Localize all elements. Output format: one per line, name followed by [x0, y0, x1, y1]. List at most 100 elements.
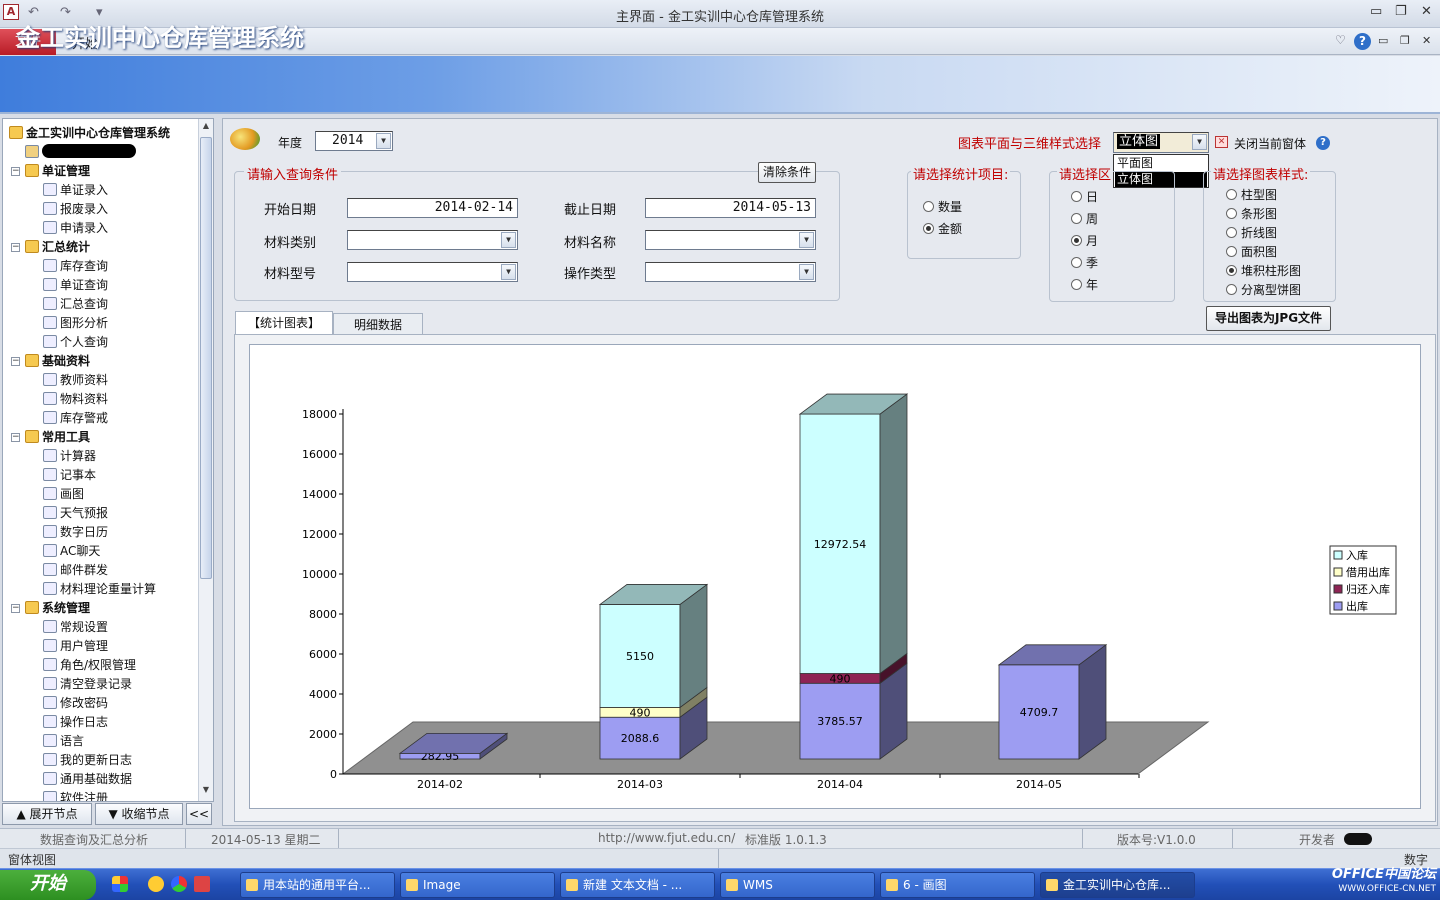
tree-group-4[interactable]: 系统管理 [25, 600, 90, 616]
form-help-icon[interactable]: ? [1316, 136, 1330, 150]
tab-detail-data[interactable]: 明细数据 [333, 313, 423, 335]
tree-item[interactable]: 操作日志 [43, 714, 108, 730]
interval-option[interactable]: 年 [1071, 276, 1098, 293]
stat-option-quantity[interactable]: 数量 [923, 198, 962, 215]
end-date-input[interactable]: 2014-05-13 [645, 198, 816, 218]
tree-item[interactable]: 通用基础数据 [43, 771, 132, 787]
tree-item[interactable]: 教师资料 [43, 372, 108, 388]
interval-option[interactable]: 周 [1071, 210, 1098, 227]
taskbar-item[interactable]: Image [400, 872, 555, 898]
tree-item[interactable]: 用户管理 [43, 638, 108, 654]
chrome-icon[interactable] [171, 876, 187, 892]
chevron-down-icon[interactable]: ▼ [799, 232, 814, 248]
tree-item[interactable]: 修改密码 [43, 695, 108, 711]
operation-type-select[interactable]: ▼ [645, 262, 816, 282]
scroll-down-icon[interactable]: ▼ [200, 785, 212, 797]
year-dropdown-icon[interactable]: ▼ [376, 133, 391, 149]
tree-item[interactable]: 物料资料 [43, 391, 108, 407]
ribbon-collapse-icon[interactable]: ♡ [1335, 33, 1346, 47]
tree-item[interactable]: 个人查询 [43, 334, 108, 350]
scroll-up-icon[interactable]: ▲ [200, 121, 212, 133]
tree-collapse-toggle[interactable]: − [11, 357, 20, 366]
radio-amount[interactable] [923, 223, 934, 234]
tree-item[interactable]: 天气预报 [43, 505, 108, 521]
chart-style-option[interactable]: 柱型图 [1226, 186, 1277, 203]
tree-item[interactable]: AC聊天 [43, 543, 100, 559]
tree-item[interactable]: 数字日历 [43, 524, 108, 540]
radio-button[interactable] [1071, 191, 1082, 202]
tree-item[interactable]: 记事本 [43, 467, 96, 483]
chevron-down-icon[interactable]: ▼ [799, 264, 814, 280]
tree-item[interactable]: 材料理论重量计算 [43, 581, 156, 597]
tree-collapse-toggle[interactable]: − [11, 243, 20, 252]
taskbar-item[interactable]: 金工实训中心仓库... [1040, 872, 1195, 898]
close-window-link[interactable]: 关闭当前窗体 [1234, 135, 1306, 152]
tree-item[interactable]: 单证录入 [43, 182, 108, 198]
restore-icon[interactable]: ❐ [1395, 4, 1407, 19]
tree-group-0[interactable]: 单证管理 [25, 163, 90, 179]
doc-minimize-icon[interactable]: ▭ [1378, 34, 1388, 47]
tree-collapse-toggle[interactable]: − [11, 604, 20, 613]
tree-collapse-toggle[interactable]: − [11, 433, 20, 442]
tree-item[interactable]: 画图 [43, 486, 84, 502]
radio-button[interactable] [1071, 257, 1082, 268]
start-date-input[interactable]: 2014-02-14 [347, 198, 518, 218]
tree-item[interactable]: 单证查询 [43, 277, 108, 293]
clear-conditions-button[interactable]: 清除条件 [758, 162, 816, 183]
tree-item[interactable]: 语言 [43, 733, 84, 749]
quicklaunch-icon[interactable] [148, 876, 164, 892]
tab-statistics-chart[interactable]: 【统计图表】 [235, 311, 333, 335]
tree-item[interactable]: 汇总查询 [43, 296, 108, 312]
radio-button[interactable] [1226, 284, 1237, 295]
stat-option-amount[interactable]: 金额 [923, 220, 962, 237]
year-select[interactable]: 2014 ▼ [315, 131, 393, 151]
style-dropdown-icon[interactable]: ▼ [1192, 134, 1207, 150]
style-option-flat[interactable]: 平面图 [1115, 156, 1207, 171]
quicklaunch-icon[interactable] [194, 876, 210, 892]
tree-group-2[interactable]: 基础资料 [25, 353, 90, 369]
toggle-panel-button[interactable]: << [186, 803, 212, 825]
chart-style-option[interactable]: 折线图 [1226, 224, 1277, 241]
expand-nodes-button[interactable]: ▲ 展开节点 [2, 803, 92, 825]
radio-button[interactable] [1226, 246, 1237, 257]
tree-group-1[interactable]: 汇总统计 [25, 239, 90, 255]
close-icon[interactable]: ✕ [1421, 4, 1432, 19]
tree-item[interactable]: 报废录入 [43, 201, 108, 217]
taskbar-item[interactable]: WMS [720, 872, 875, 898]
close-window-icon[interactable]: ✕ [1215, 136, 1228, 148]
quicklaunch-icon[interactable] [112, 876, 128, 892]
tree-item[interactable]: 计算器 [43, 448, 96, 464]
radio-button[interactable] [1226, 265, 1237, 276]
tree-item[interactable]: 常规设置 [43, 619, 108, 635]
interval-option[interactable]: 月 [1071, 232, 1098, 249]
tree-home[interactable] [25, 144, 136, 160]
start-button[interactable]: 开始 [0, 870, 96, 900]
tree-item[interactable]: 清空登录记录 [43, 676, 132, 692]
chart-style-option[interactable]: 分离型饼图 [1226, 281, 1301, 298]
material-name-select[interactable]: ▼ [645, 230, 816, 250]
taskbar-item[interactable]: 用本站的通用平台... [240, 872, 395, 898]
doc-close-icon[interactable]: ✕ [1422, 34, 1431, 47]
scroll-thumb[interactable] [200, 137, 212, 579]
radio-quantity[interactable] [923, 201, 934, 212]
tree-root[interactable]: 金工实训中心仓库管理系统 [9, 125, 170, 141]
tree-item[interactable]: 邮件群发 [43, 562, 108, 578]
radio-button[interactable] [1226, 189, 1237, 200]
interval-option[interactable]: 季 [1071, 254, 1098, 271]
tree-item[interactable]: 库存查询 [43, 258, 108, 274]
radio-button[interactable] [1071, 279, 1082, 290]
radio-button[interactable] [1226, 208, 1237, 219]
material-model-select[interactable]: ▼ [347, 262, 518, 282]
chart-style-option[interactable]: 堆积柱形图 [1226, 262, 1301, 279]
tree-scrollbar[interactable]: ▲ ▼ [198, 119, 213, 801]
tree-item[interactable]: 软件注册 [43, 790, 108, 801]
taskbar-item[interactable]: 新建 文本文档 - ... [560, 872, 715, 898]
tree-item[interactable]: 角色/权限管理 [43, 657, 136, 673]
minimize-icon[interactable]: ▭ [1370, 4, 1382, 19]
style-select[interactable]: 立体图 ▼ [1113, 132, 1209, 153]
chevron-down-icon[interactable]: ▼ [501, 264, 516, 280]
radio-button[interactable] [1071, 213, 1082, 224]
taskbar-item[interactable]: 6 - 画图 [880, 872, 1035, 898]
tree-item[interactable]: 图形分析 [43, 315, 108, 331]
chart-style-option[interactable]: 条形图 [1226, 205, 1277, 222]
